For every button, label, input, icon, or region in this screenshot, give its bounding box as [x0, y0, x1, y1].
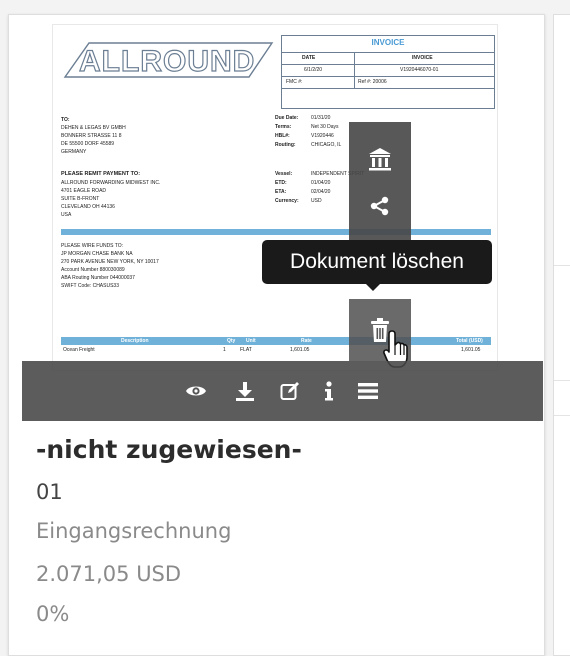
header-invoice-label: INVOICE	[412, 55, 433, 61]
th-rate: Rate	[301, 338, 312, 344]
hbl-label: HBL#:	[275, 133, 290, 139]
to-label: TO:	[61, 117, 70, 123]
th-unit: Unit	[246, 338, 256, 344]
remit-line: 4701 EAGLE ROAD	[61, 188, 107, 194]
vessel-label: Vessel:	[275, 171, 293, 177]
routing-value: CHICAGO, IL	[311, 142, 342, 148]
table-row-rate: 1,601.05	[290, 347, 310, 353]
invoice-title: INVOICE	[371, 38, 405, 47]
routing-label: Routing:	[275, 142, 296, 148]
due-date-value: 01/31/20	[311, 115, 331, 121]
delete-document-button[interactable]	[349, 299, 411, 368]
hbl-value: V1920446	[311, 133, 334, 139]
info-button[interactable]	[313, 375, 345, 407]
table-row-desc: Ocean Freight	[63, 347, 95, 353]
etd-value: 01/04/20	[311, 180, 331, 186]
download-button[interactable]	[229, 375, 261, 407]
remit-line: USA	[61, 212, 72, 218]
table-header: Description Qty Unit Rate Total (USD)	[61, 337, 491, 345]
currency-label: Currency:	[275, 198, 299, 204]
document-thumbnail[interactable]: ALLROUND INVOICE DATE INVOICE 6/1/2/20 V…	[52, 24, 498, 371]
download-icon	[236, 382, 254, 401]
menu-button[interactable]	[352, 375, 384, 407]
tooltip-arrow	[366, 284, 380, 291]
th-total: Total (USD)	[456, 338, 483, 344]
view-button[interactable]	[180, 375, 212, 407]
remit-label: PLEASE REMIT PAYMENT TO:	[61, 171, 141, 177]
share-icon	[370, 196, 389, 216]
edit-button[interactable]	[274, 375, 306, 407]
next-document-card[interactable]	[553, 14, 570, 656]
wire-line: Account Number 880030089	[61, 267, 125, 273]
document-progress: 0%	[36, 602, 70, 626]
header-invoice-value: V1920446070-01	[400, 67, 439, 73]
delete-tooltip: Dokument löschen	[262, 240, 492, 284]
to-line: DE 55500 DORF 45589	[61, 141, 115, 147]
edit-icon	[280, 382, 299, 400]
allround-logo: ALLROUND	[61, 37, 276, 83]
document-type: Eingangsrechnung	[36, 519, 232, 543]
eta-label: ETA:	[275, 189, 287, 195]
currency-value: USD	[311, 198, 322, 204]
logo-text: ALLROUND	[79, 45, 255, 78]
wire-line: ABA Routing Number 044000037	[61, 275, 135, 281]
remit-line: CLEVELAND OH 44136	[61, 204, 115, 210]
table-row-total: 1,601.05	[461, 347, 481, 353]
eye-icon	[186, 386, 206, 396]
invoice-header-box: INVOICE DATE INVOICE 6/1/2/20 V192044607…	[281, 35, 495, 109]
etd-label: ETD:	[275, 180, 287, 186]
th-description: Description	[121, 338, 149, 344]
ref-label: Ref #: 20006	[358, 79, 387, 85]
wire-line: JP MORGAN CHASE BANK NA	[61, 251, 133, 257]
share-button[interactable]	[349, 186, 411, 226]
menu-icon	[358, 383, 378, 399]
document-assignee: -nicht zugewiesen-	[36, 435, 302, 464]
terms-label: Terms:	[275, 124, 292, 130]
section-divider	[61, 229, 491, 235]
th-qty: Qty	[227, 338, 236, 344]
eta-value: 02/04/20	[311, 189, 331, 195]
info-icon	[325, 381, 333, 401]
table-row-qty: 1	[223, 347, 226, 353]
to-line: DEHEN & LEGAS BV GMBH	[61, 125, 126, 131]
terms-value: Net 30 Days	[311, 124, 339, 130]
bank-icon	[369, 148, 391, 171]
to-line: BONNERR STRASSE 11 8	[61, 133, 122, 139]
header-date-value: 6/1/2/20	[304, 67, 323, 73]
fmc-label: FMC #:	[286, 79, 303, 85]
remit-line: ALLROUND FORWARDING MIDWEST INC.	[61, 180, 161, 186]
to-line: GERMANY	[61, 149, 87, 155]
document-amount: 2.071,05 USD	[36, 562, 182, 586]
wire-line: PLEASE WIRE FUNDS TO:	[61, 243, 124, 249]
header-date-label: DATE	[302, 55, 316, 61]
table-row-unit: FLAT	[240, 347, 252, 353]
bank-button[interactable]	[349, 128, 411, 190]
document-number: 01	[36, 480, 63, 504]
due-date-label: Due Date:	[275, 115, 299, 121]
remit-line: SUITE B-FRONT	[61, 196, 100, 202]
wire-line: 270 PARK AVENUE NEW YORK, NY 10017	[61, 259, 159, 265]
wire-line: SWIFT Code: CHASUS33	[61, 283, 119, 289]
